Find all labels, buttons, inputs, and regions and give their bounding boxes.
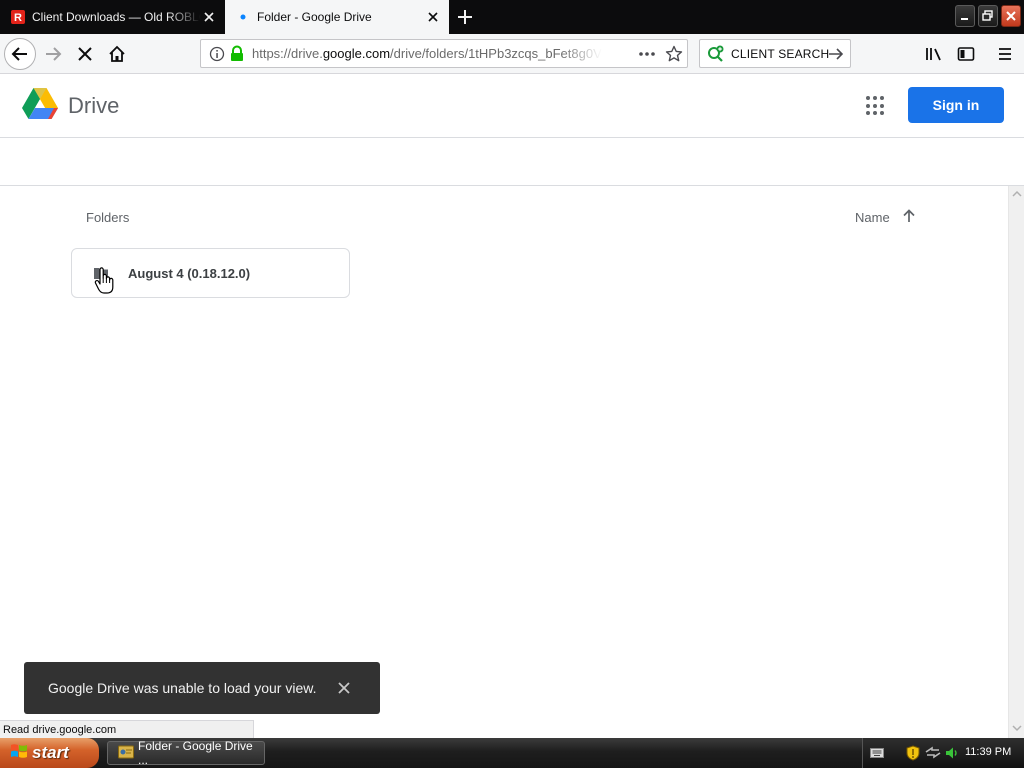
scroll-down-arrow-icon bbox=[1012, 725, 1022, 732]
search-go-arrow-icon[interactable] bbox=[828, 46, 844, 67]
taskbar-clock[interactable]: 11:39 PM bbox=[965, 746, 1011, 758]
bookmark-star-icon[interactable] bbox=[665, 45, 683, 68]
sign-in-button[interactable]: Sign in bbox=[908, 87, 1004, 123]
folder-name[interactable]: August 4 (0.18.12.0) bbox=[128, 266, 250, 281]
search-engine-label: CLIENT SEARCH bbox=[731, 47, 830, 61]
toast-close-icon[interactable] bbox=[336, 680, 352, 696]
sidebar-toggle-button[interactable] bbox=[952, 40, 980, 68]
stop-icon bbox=[78, 47, 92, 61]
search-engine-box[interactable]: CLIENT SEARCH bbox=[699, 39, 851, 68]
roblox-favicon-icon: R bbox=[10, 9, 26, 25]
page-scrollbar[interactable] bbox=[1008, 186, 1024, 738]
url-bar[interactable]: https://drive.google.com/drive/folders/1… bbox=[200, 39, 688, 68]
search-engine-icon bbox=[707, 45, 725, 68]
hamburger-menu-icon bbox=[999, 48, 1011, 60]
stop-button[interactable] bbox=[71, 40, 99, 68]
sidebar-icon bbox=[957, 47, 975, 61]
loading-dot-icon bbox=[235, 9, 251, 25]
url-path: /drive/folders/1tHPb3zcqs_bFet8g0V bbox=[390, 46, 602, 61]
taskbar-window-title: Folder - Google Drive ... bbox=[138, 739, 253, 767]
forward-arrow-icon bbox=[46, 47, 62, 61]
home-icon bbox=[109, 45, 125, 62]
library-icon bbox=[926, 48, 941, 61]
tab-close-icon[interactable] bbox=[201, 9, 217, 25]
security-shield-icon[interactable] bbox=[906, 745, 920, 766]
firefox-window-icon bbox=[118, 745, 134, 762]
secure-lock-icon[interactable] bbox=[229, 45, 245, 67]
folders-section-heading: Folders bbox=[86, 210, 130, 225]
hamburger-menu-button[interactable] bbox=[991, 40, 1019, 68]
drive-brand-name[interactable]: Drive bbox=[68, 93, 119, 119]
back-button[interactable] bbox=[4, 38, 36, 70]
home-button[interactable] bbox=[103, 40, 131, 68]
info-icon[interactable] bbox=[209, 46, 225, 67]
start-label: start bbox=[32, 743, 69, 762]
network-icon[interactable] bbox=[924, 745, 942, 764]
tab-title: Folder - Google Drive bbox=[257, 10, 372, 24]
toast-message: Google Drive was unable to load your vie… bbox=[48, 680, 317, 696]
sort-ascending-arrow-icon[interactable] bbox=[901, 208, 917, 224]
browser-status-text: Read drive.google.com bbox=[0, 720, 254, 738]
keyboard-icon[interactable] bbox=[870, 746, 884, 764]
drive-toolbar bbox=[0, 138, 1024, 186]
scroll-up-arrow-icon bbox=[1012, 190, 1022, 197]
google-apps-grid-icon[interactable] bbox=[866, 96, 886, 116]
volume-icon[interactable] bbox=[944, 745, 960, 766]
tab-title: Client Downloads — Old ROBLOX C bbox=[32, 10, 201, 24]
tab-client-downloads[interactable]: R Client Downloads — Old ROBLOX C bbox=[0, 0, 225, 34]
sort-by-name-button[interactable]: Name bbox=[855, 210, 890, 225]
svg-text:R: R bbox=[14, 12, 22, 24]
start-button[interactable]: start bbox=[0, 738, 99, 768]
back-arrow-icon bbox=[11, 47, 27, 61]
taskbar-firefox-window[interactable]: Folder - Google Drive ... bbox=[107, 739, 265, 767]
forward-button[interactable] bbox=[39, 40, 67, 68]
tab-close-icon[interactable] bbox=[425, 9, 441, 25]
library-button[interactable] bbox=[920, 40, 948, 68]
url-domain: google.com bbox=[322, 46, 391, 61]
windows-flag-icon bbox=[10, 742, 28, 765]
window-minimize-button[interactable] bbox=[955, 5, 975, 27]
google-drive-logo-icon[interactable] bbox=[21, 87, 59, 126]
url-text[interactable]: https://drive.google.com/drive/folders/1… bbox=[252, 46, 602, 61]
url-prefix: https://drive. bbox=[252, 46, 323, 61]
tab-google-drive-folder[interactable]: Folder - Google Drive bbox=[225, 0, 449, 34]
window-close-button[interactable] bbox=[1001, 5, 1021, 27]
new-tab-plus-icon[interactable] bbox=[454, 6, 476, 28]
page-actions-menu-icon[interactable] bbox=[638, 46, 656, 67]
window-restore-button[interactable] bbox=[978, 5, 998, 27]
hand-pointer-cursor-icon bbox=[94, 266, 116, 296]
